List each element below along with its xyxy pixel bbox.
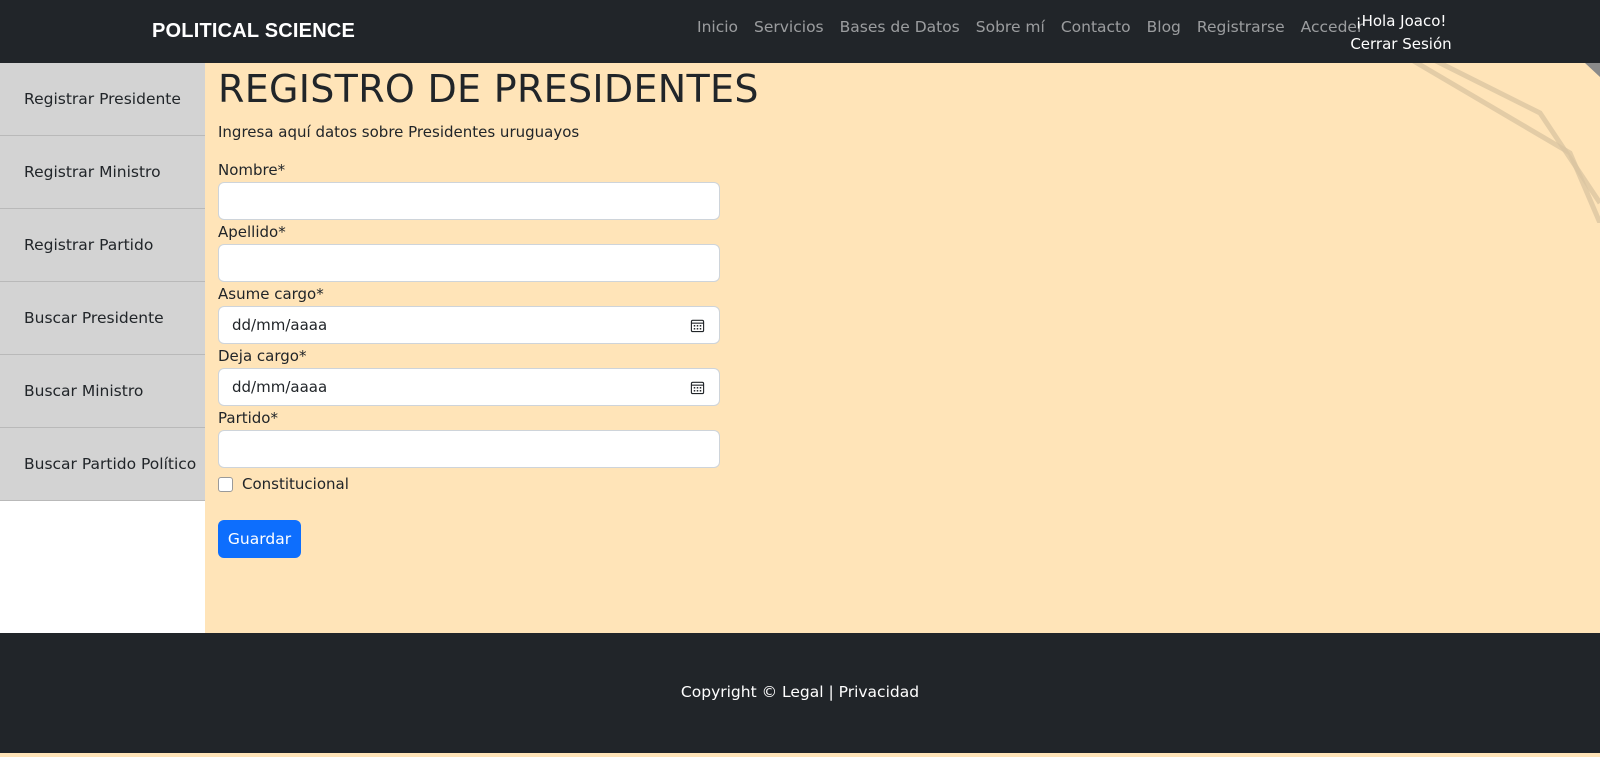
nombre-label: Nombre* — [218, 161, 286, 179]
nav-link-inicio[interactable]: Inicio — [697, 18, 738, 36]
nav-link-bases-de-datos[interactable]: Bases de Datos — [840, 18, 960, 36]
navbar: POLITICAL SCIENCE Inicio Servicios Bases… — [0, 0, 1600, 63]
save-button[interactable]: Guardar — [218, 520, 301, 558]
nav-link-servicios[interactable]: Servicios — [754, 18, 824, 36]
footer: Copyright © Legal | Privacidad — [0, 633, 1600, 753]
apellido-field[interactable] — [218, 244, 720, 282]
asume-cargo-date-field[interactable]: dd/mm/aaaa — [218, 306, 720, 344]
decorative-lines — [1412, 63, 1600, 223]
footer-copyright: Copyright © Legal | Privacidad — [680, 683, 920, 701]
logout-link[interactable]: Cerrar Sesión — [1335, 33, 1467, 56]
main-nav: Inicio Servicios Bases de Datos Sobre mí… — [697, 18, 1379, 36]
deja-cargo-date-field[interactable]: dd/mm/aaaa — [218, 368, 720, 406]
deja-cargo-placeholder: dd/mm/aaaa — [232, 378, 328, 396]
deja-cargo-label: Deja cargo* — [218, 347, 307, 365]
nombre-field[interactable] — [218, 182, 720, 220]
apellido-label: Apellido* — [218, 223, 286, 241]
main-content: REGISTRO DE PRESIDENTES Ingresa aquí dat… — [205, 63, 1600, 633]
partido-field[interactable] — [218, 430, 720, 468]
partido-label: Partido* — [218, 409, 278, 427]
sidebar-item-registrar-ministro[interactable]: Registrar Ministro — [0, 136, 205, 209]
calendar-icon[interactable] — [690, 380, 705, 395]
bottom-strip — [0, 753, 1600, 757]
sidebar-item-registrar-partido[interactable]: Registrar Partido — [0, 209, 205, 282]
sidebar: Registrar Presidente Registrar Ministro … — [0, 63, 205, 633]
user-greeting: ¡Hola Joaco! — [1355, 12, 1447, 30]
nav-link-registrarse[interactable]: Registrarse — [1197, 18, 1285, 36]
constitucional-row: Constitucional — [218, 472, 720, 496]
page-subtitle: Ingresa aquí datos sobre Presidentes uru… — [218, 123, 580, 141]
sidebar-item-buscar-presidente[interactable]: Buscar Presidente — [0, 282, 205, 355]
page-title: REGISTRO DE PRESIDENTES — [218, 67, 759, 111]
constitucional-checkbox[interactable] — [218, 476, 233, 492]
president-form: Nombre* Apellido* Asume cargo* dd/mm/aaa… — [218, 158, 720, 496]
asume-cargo-label: Asume cargo* — [218, 285, 324, 303]
calendar-icon[interactable] — [690, 318, 705, 333]
brand-logo-text[interactable]: POLITICAL SCIENCE — [152, 20, 355, 43]
nav-link-contacto[interactable]: Contacto — [1061, 18, 1131, 36]
nav-link-sobre-mi[interactable]: Sobre mí — [976, 18, 1045, 36]
sidebar-item-registrar-presidente[interactable]: Registrar Presidente — [0, 63, 205, 136]
nav-link-blog[interactable]: Blog — [1147, 18, 1181, 36]
constitucional-label: Constitucional — [242, 475, 349, 493]
user-box: ¡Hola Joaco! Cerrar Sesión — [1335, 10, 1467, 56]
sidebar-item-buscar-partido-politico[interactable]: Buscar Partido Político — [0, 428, 205, 501]
sidebar-item-buscar-ministro[interactable]: Buscar Ministro — [0, 355, 205, 428]
asume-cargo-placeholder: dd/mm/aaaa — [232, 316, 328, 334]
